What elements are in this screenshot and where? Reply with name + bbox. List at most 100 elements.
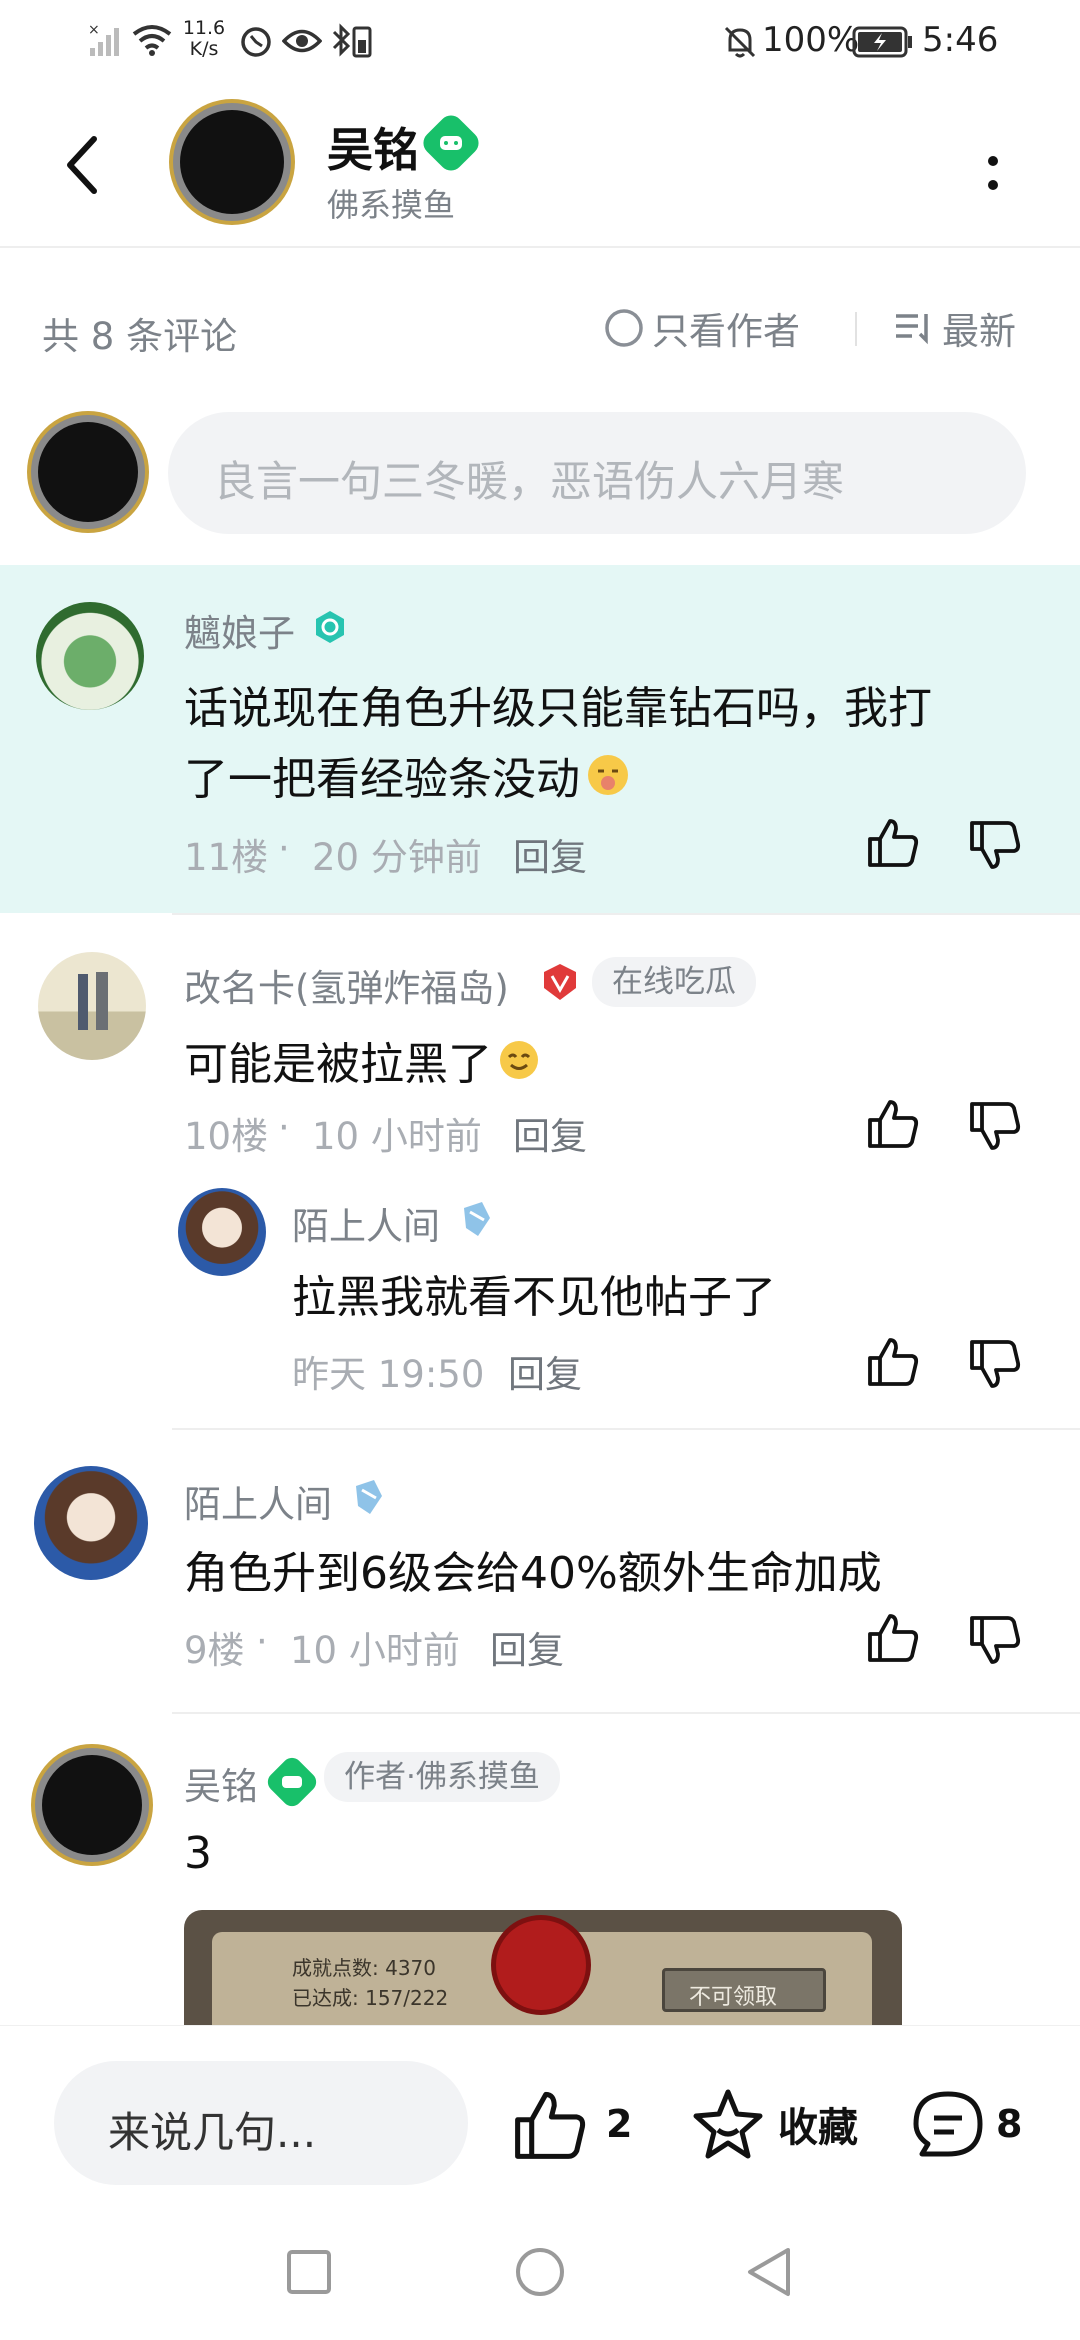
- comment-text-row: 可能是被拉黑了: [184, 1028, 542, 1092]
- dislike-icon[interactable]: [968, 1614, 1022, 1668]
- badge-icon: [464, 1202, 490, 1236]
- reply-author-name[interactable]: 陌上人间: [292, 1196, 440, 1250]
- eye-icon: [282, 29, 322, 53]
- image-claim-label: 不可领取: [689, 1985, 778, 2010]
- like-icon[interactable]: [866, 1096, 920, 1150]
- author-avatar[interactable]: [180, 110, 284, 214]
- battery-percent: 100%: [762, 20, 860, 60]
- favorite-label: 收藏: [778, 2105, 858, 2151]
- radio-circle-icon: [605, 309, 643, 347]
- sort-label: 最新: [942, 310, 1016, 353]
- meta-dot: ·: [256, 1620, 268, 1663]
- author-only-label: 只看作者: [652, 310, 800, 353]
- more-options-icon[interactable]: [984, 152, 1002, 202]
- back-arrow-icon[interactable]: [62, 135, 102, 195]
- post-header: 吴铭 佛系摸鱼: [0, 80, 1080, 248]
- commenter-name[interactable]: 改名卡(氢弹炸福岛): [184, 958, 509, 1012]
- comment-composer-input[interactable]: 良言一句三冬暖，恶语伤人六月寒: [168, 412, 1026, 534]
- quick-comment-placeholder: 来说几句...: [108, 2108, 317, 2157]
- emoji-icon: [588, 755, 628, 795]
- dislike-icon[interactable]: [968, 1100, 1022, 1154]
- system-nav-bar: [0, 2200, 1080, 2340]
- commenter-avatar[interactable]: [34, 1466, 148, 1580]
- commenter-name[interactable]: 陌上人间: [184, 1474, 332, 1528]
- commenter-name[interactable]: 魑娘子: [184, 603, 295, 657]
- chat-bubble-icon: [913, 2091, 983, 2157]
- reply-avatar[interactable]: [178, 1188, 266, 1276]
- back-triangle-icon[interactable]: [744, 2246, 794, 2298]
- comment-floor: 9楼: [184, 1629, 245, 1672]
- quick-comment-input[interactable]: 来说几句...: [54, 2061, 468, 2185]
- signal-off-icon: ×: [88, 22, 119, 56]
- like-count: 2: [606, 2102, 633, 2146]
- wifi-icon: [132, 25, 172, 56]
- clock: 5:46: [922, 20, 999, 60]
- comment-text-line1: 话说现在角色升级只能靠钻石吗，我打: [184, 683, 932, 734]
- image-points-label: 成就点数: 4370: [292, 1956, 436, 1980]
- comment-image[interactable]: 成就点数: 4370 已达成: 157/222 不可领取: [184, 1910, 902, 2025]
- status-bar: × 11.6 K/s 100% 5:46: [0, 0, 1080, 80]
- comment-text-line2: 了一把看经验条没动: [184, 754, 580, 805]
- reply-button[interactable]: 回复: [490, 1620, 564, 1674]
- bluetooth-battery-icon: [332, 23, 372, 58]
- meta-dot: ·: [278, 827, 290, 870]
- reply-text: 拉黑我就看不见他帖子了: [292, 1272, 776, 1323]
- data-saver-icon: [241, 27, 271, 57]
- commenter-avatar[interactable]: [36, 602, 144, 710]
- commenter-avatar[interactable]: [42, 1755, 142, 1855]
- reply-button[interactable]: 回复: [508, 1344, 582, 1398]
- recent-apps-icon[interactable]: [285, 2248, 333, 2296]
- post-like-button[interactable]: 2: [512, 2086, 632, 2162]
- comment-item: 魑娘子 话说现在角色升级只能靠钻石吗，我打 了一把看经验条没动 11楼 · 20…: [0, 565, 1080, 913]
- game-seal-icon: [496, 1920, 586, 2010]
- comment-divider: [172, 1428, 1080, 1430]
- diamond-badge-icon: [316, 611, 344, 643]
- favorite-button[interactable]: 收藏: [690, 2086, 858, 2162]
- gamepad-icon: [282, 1776, 302, 1788]
- battery-icon: [852, 26, 912, 58]
- comment-divider: [172, 1712, 1080, 1714]
- smile-emoji-icon: [500, 1041, 538, 1079]
- like-icon[interactable]: [866, 815, 920, 869]
- comment-count-badge: 8: [996, 2102, 1023, 2146]
- home-icon[interactable]: [514, 2246, 566, 2298]
- author-only-toggle[interactable]: 只看作者: [604, 302, 800, 354]
- author-name[interactable]: 吴铭: [327, 114, 419, 180]
- reply-time: 昨天 19:50: [292, 1353, 485, 1396]
- like-icon[interactable]: [866, 1334, 920, 1388]
- comment-count: 共 8 条评论: [42, 315, 238, 358]
- net-speed-unit: K/s: [189, 38, 219, 60]
- comment-floor: 10楼: [184, 1115, 269, 1158]
- commenter-avatar[interactable]: [38, 952, 146, 1060]
- gamepad-icon: [440, 136, 462, 150]
- composer-placeholder: 良言一句三冬暖，恶语伤人六月寒: [214, 457, 845, 506]
- net-speed-value: 11.6: [182, 17, 226, 39]
- author-tag: 作者·佛系摸鱼: [324, 1752, 560, 1802]
- author-subtitle: 佛系摸鱼: [327, 186, 456, 224]
- dislike-icon[interactable]: [968, 1338, 1022, 1392]
- comment-text-line2-row: 了一把看经验条没动: [184, 743, 632, 807]
- reply-button[interactable]: 回复: [513, 827, 587, 881]
- comments-button[interactable]: 8: [910, 2086, 1022, 2162]
- comment-time: 20 分钟前: [312, 836, 482, 879]
- badge-icon: [356, 1480, 382, 1514]
- sort-button[interactable]: 最新: [894, 302, 1016, 354]
- bottom-action-bar: 来说几句... 2 收藏 8: [0, 2025, 1080, 2200]
- image-achieved-label: 已达成: 157/222: [292, 1986, 449, 2010]
- like-icon[interactable]: [866, 1610, 920, 1664]
- comment-time: 10 小时前: [290, 1629, 460, 1672]
- sort-icon: [896, 314, 928, 345]
- comment-floor: 11楼: [184, 836, 269, 879]
- thumbs-up-icon: [515, 2091, 586, 2159]
- svg-text:×: ×: [88, 22, 100, 38]
- commenter-name[interactable]: 吴铭: [184, 1756, 258, 1810]
- shield-badge-icon: [544, 964, 576, 1000]
- mute-bell-icon: [724, 26, 756, 58]
- comment-time: 10 小时前: [312, 1115, 482, 1158]
- dislike-icon[interactable]: [968, 819, 1022, 873]
- image-claim-button: 不可领取: [662, 1968, 826, 2012]
- user-tag: 在线吃瓜: [592, 957, 756, 1007]
- reply-button[interactable]: 回复: [513, 1106, 587, 1160]
- comment-text: 可能是被拉黑了: [184, 1039, 492, 1090]
- commenter-badge: [312, 609, 348, 645]
